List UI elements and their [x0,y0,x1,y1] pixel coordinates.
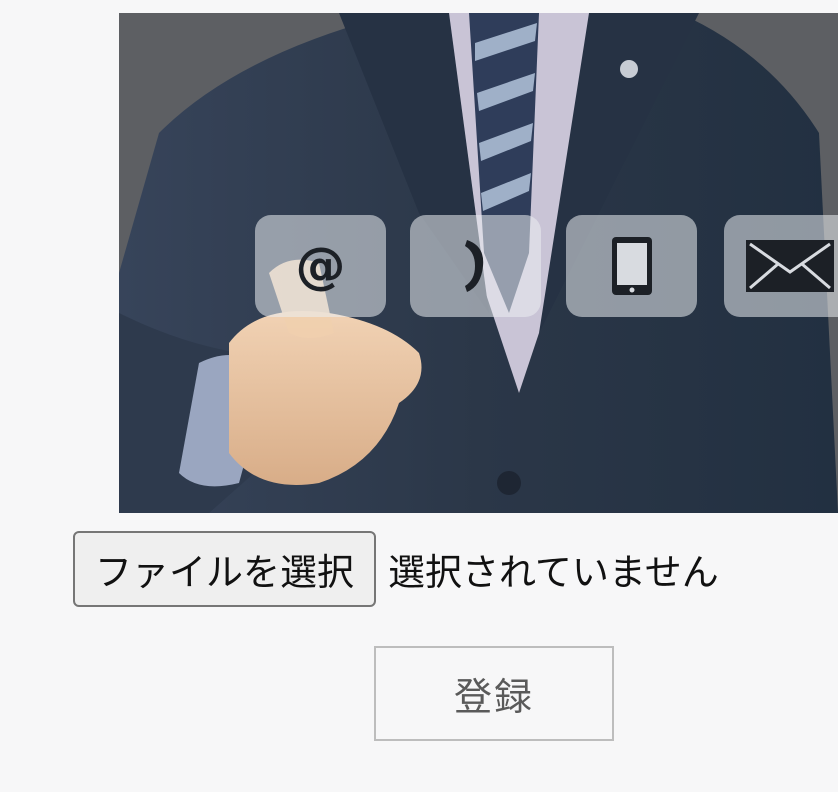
register-button[interactable]: 登録 [374,646,614,741]
mobile-tile [566,215,697,317]
envelope-icon [745,240,834,292]
phone-tile [410,215,541,317]
mail-tile [724,215,838,317]
contact-photo: @ [119,13,838,513]
page: @ ファイルを選択 選択されていません 登録 [0,0,838,792]
email-at-tile: @ [255,215,386,317]
at-sign-icon: @ [295,237,346,295]
phone-icon [464,240,483,292]
mobile-icon [611,237,652,295]
choose-file-button[interactable]: ファイルを選択 [73,531,376,607]
file-input: ファイルを選択 選択されていません [73,530,719,608]
file-status-text: 選択されていません [388,551,719,594]
